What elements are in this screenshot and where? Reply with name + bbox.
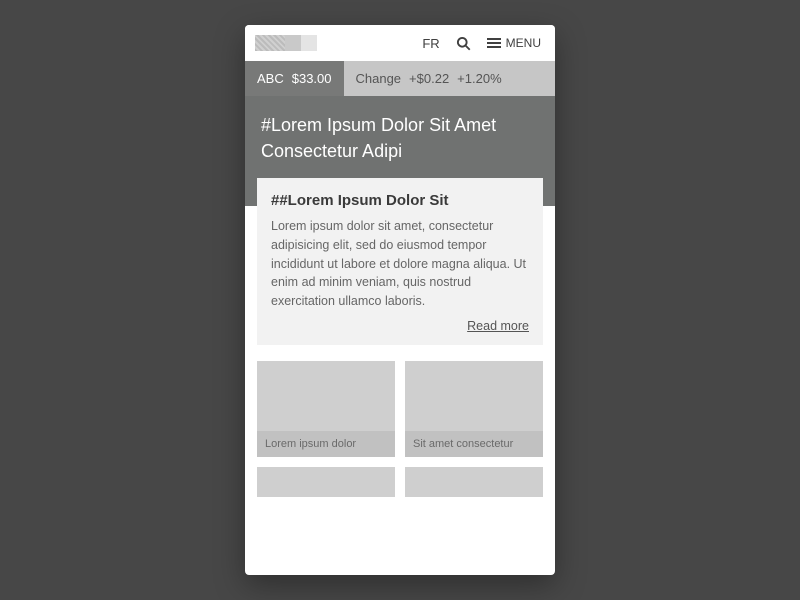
content-tile[interactable]	[405, 467, 543, 497]
content-tile[interactable]: Sit amet consectetur	[405, 361, 543, 457]
ticker-change-pct: +1.20%	[457, 71, 501, 86]
card-body: Lorem ipsum dolor sit amet, consectetur …	[271, 217, 529, 311]
hero-headline: #Lorem Ipsum Dolor Sit Amet Consectetur …	[261, 112, 539, 164]
ticker-change-label: Change	[356, 71, 402, 86]
content-tile[interactable]	[257, 467, 395, 497]
content-tile[interactable]: Lorem ipsum dolor	[257, 361, 395, 457]
language-toggle[interactable]: FR	[422, 36, 439, 51]
ticker-change: Change +$0.22 +1.20%	[344, 61, 556, 96]
stock-ticker: ABC $33.00 Change +$0.22 +1.20%	[245, 61, 555, 96]
logo[interactable]	[255, 35, 317, 51]
mobile-frame: FR MENU ABC $33.00 Change +$0.22 +1.20% …	[245, 25, 555, 575]
search-icon[interactable]	[456, 36, 471, 51]
ticker-symbol: ABC	[257, 71, 284, 86]
tile-caption: Lorem ipsum dolor	[257, 431, 395, 457]
read-more-link[interactable]: Read more	[467, 319, 529, 333]
card-title: ##Lorem Ipsum Dolor Sit	[271, 192, 529, 209]
menu-button[interactable]: MENU	[487, 36, 541, 50]
feature-card: ##Lorem Ipsum Dolor Sit Lorem ipsum dolo…	[257, 178, 543, 345]
tile-grid: Lorem ipsum dolor Sit amet consectetur	[245, 345, 555, 457]
ticker-price-value: $33.00	[292, 71, 332, 86]
ticker-change-value: +$0.22	[409, 71, 449, 86]
ticker-price: ABC $33.00	[245, 61, 344, 96]
top-bar: FR MENU	[245, 25, 555, 61]
top-actions: FR MENU	[422, 36, 541, 51]
menu-label: MENU	[506, 36, 541, 50]
hamburger-icon	[487, 38, 501, 48]
tile-caption: Sit amet consectetur	[405, 431, 543, 457]
tile-grid-row2	[245, 457, 555, 497]
